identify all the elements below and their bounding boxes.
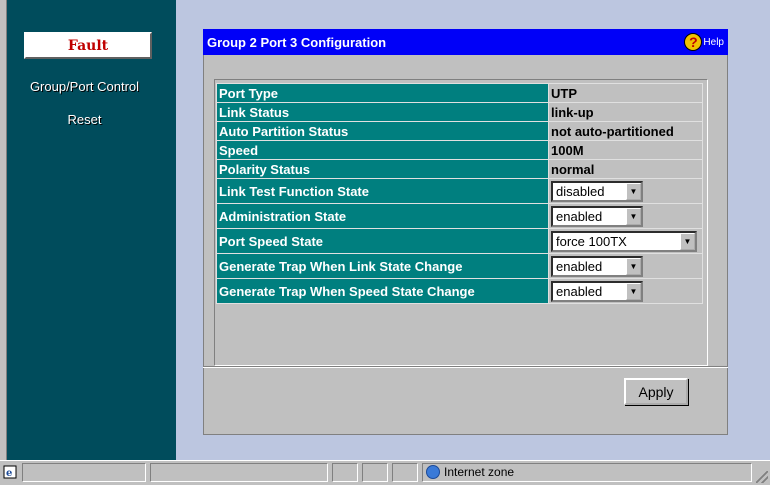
link-test-select-value: disabled	[556, 183, 605, 199]
table-row: Polarity Status normal	[216, 159, 703, 179]
table-row: Link Status link-up	[216, 102, 703, 122]
administration-state-select-value: enabled	[556, 208, 603, 224]
globe-icon	[426, 465, 440, 479]
speed-value: 100M	[548, 140, 703, 160]
status-progress-cell	[150, 463, 328, 482]
port-type-value: UTP	[548, 83, 703, 103]
table-row: Port Type UTP	[216, 83, 703, 103]
help-button[interactable]: ? Help	[684, 33, 724, 51]
help-icon: ?	[684, 33, 703, 51]
panel-divider	[203, 366, 728, 368]
zone-indicator: Internet zone	[426, 465, 514, 479]
trap-speed-state-select[interactable]: enabled ▼	[551, 280, 643, 302]
trap-link-state-select[interactable]: enabled ▼	[551, 255, 643, 277]
chevron-down-icon: ▼	[680, 232, 695, 250]
table-row: Administration State enabled ▼	[216, 203, 703, 229]
status-cell	[332, 463, 358, 482]
port-speed-state-select[interactable]: force 100TX ▼	[551, 230, 697, 252]
sidebar-item-reset[interactable]: Reset	[0, 112, 169, 127]
port-type-label: Port Type	[216, 83, 549, 103]
link-test-select[interactable]: disabled ▼	[551, 180, 643, 202]
link-test-label: Link Test Function State	[216, 178, 549, 204]
administration-state-label: Administration State	[216, 203, 549, 229]
status-cell	[362, 463, 388, 482]
table-row: Speed 100M	[216, 140, 703, 160]
panel-titlebar: Group 2 Port 3 Configuration ? Help	[203, 29, 728, 55]
link-status-label: Link Status	[216, 102, 549, 122]
port-speed-state-select-value: force 100TX	[556, 233, 627, 249]
auto-partition-label: Auto Partition Status	[216, 121, 549, 141]
table-row: Generate Trap When Link State Change ena…	[216, 253, 703, 279]
fault-button[interactable]: Fault	[24, 32, 152, 59]
help-label: Help	[703, 36, 724, 48]
status-bar: e Internet zone	[0, 460, 770, 485]
chevron-down-icon: ▼	[626, 257, 641, 275]
svg-text:e: e	[6, 468, 12, 479]
apply-button[interactable]: Apply	[624, 378, 688, 405]
chevron-down-icon: ▼	[626, 282, 641, 300]
sidebar-item-group-port-control[interactable]: Group/Port Control	[0, 79, 169, 94]
config-table: Port Type UTP Link Status link-up Auto Par…	[216, 83, 703, 304]
zone-label: Internet zone	[444, 465, 515, 479]
trap-speed-state-select-value: enabled	[556, 283, 603, 299]
ie-page-icon: e	[3, 465, 17, 479]
table-row: Link Test Function State disabled ▼	[216, 178, 703, 204]
status-text-cell	[22, 463, 146, 482]
polarity-status-value: normal	[548, 159, 703, 179]
page-title: Group 2 Port 3 Configuration	[207, 35, 387, 50]
window-frame-left	[0, 0, 7, 460]
auto-partition-value: not auto-partitioned	[548, 121, 703, 141]
chevron-down-icon: ▼	[626, 182, 641, 200]
table-row: Generate Trap When Speed State Change en…	[216, 278, 703, 304]
trap-link-state-select-value: enabled	[556, 258, 603, 274]
link-status-value: link-up	[548, 102, 703, 122]
port-speed-state-label: Port Speed State	[216, 228, 549, 254]
speed-label: Speed	[216, 140, 549, 160]
table-row: Port Speed State force 100TX ▼	[216, 228, 703, 254]
resize-grip-icon[interactable]	[756, 471, 768, 483]
status-cell	[392, 463, 418, 482]
trap-link-state-label: Generate Trap When Link State Change	[216, 253, 549, 279]
chevron-down-icon: ▼	[626, 207, 641, 225]
administration-state-select[interactable]: enabled ▼	[551, 205, 643, 227]
table-row: Auto Partition Status not auto-partitione…	[216, 121, 703, 141]
polarity-status-label: Polarity Status	[216, 159, 549, 179]
trap-speed-state-label: Generate Trap When Speed State Change	[216, 278, 549, 304]
sidebar	[7, 0, 176, 460]
